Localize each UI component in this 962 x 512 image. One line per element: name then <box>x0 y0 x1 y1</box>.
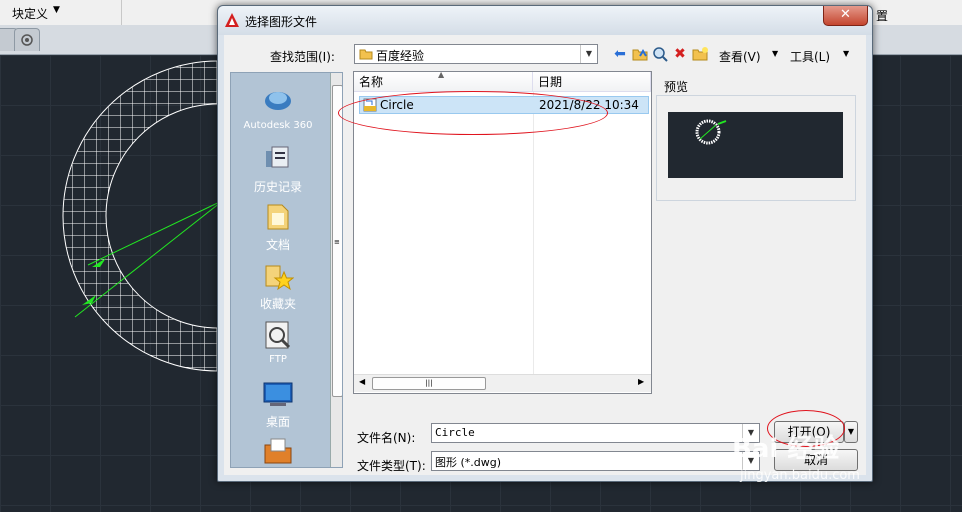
open-options-dropdown[interactable]: ▼ <box>844 421 858 443</box>
column-date-label: 日期 <box>538 75 563 89</box>
column-header-date[interactable]: 日期 <box>533 72 651 92</box>
filename-value: Circle <box>435 426 475 439</box>
look-in-value: 百度经验 <box>376 49 425 63</box>
horizontal-scrollbar[interactable]: ◀ ||| ▶ <box>354 374 651 392</box>
new-tab-icon[interactable] <box>14 28 40 51</box>
place-history[interactable]: 历史记录 <box>231 143 325 195</box>
dialog-title: 选择图形文件 <box>245 15 318 29</box>
place-buzzsaw[interactable] <box>231 435 325 467</box>
watermark-brand: Bai 经验 <box>732 434 840 464</box>
close-button[interactable]: ✕ <box>823 6 868 26</box>
select-file-dialog: 选择图形文件 ✕ 查找范围(I): 百度经验 ▼ ⬅ ✖ 查看(V) ▼ 工具(… <box>217 5 873 482</box>
scroll-thumb[interactable]: ||| <box>372 377 486 390</box>
folder-icon <box>359 49 373 60</box>
dialog-body: 查找范围(I): 百度经验 ▼ ⬅ ✖ 查看(V) ▼ 工具(L) ▼ Auto <box>224 35 866 475</box>
preview-image <box>668 112 843 178</box>
place-label: 文档 <box>265 238 290 252</box>
place-documents[interactable]: 文档 <box>231 201 325 253</box>
chevron-down-icon[interactable]: ▼ <box>53 5 60 15</box>
place-label: FTP <box>269 354 287 365</box>
scroll-grip-icon: ≡ <box>334 238 340 246</box>
folder-icon <box>264 438 292 464</box>
preview-frame <box>656 95 856 201</box>
dialog-titlebar[interactable]: 选择图形文件 ✕ <box>218 6 872 35</box>
preview-label: 预览 <box>664 80 689 94</box>
documents-icon <box>267 204 289 230</box>
place-label: 收藏夹 <box>259 297 296 311</box>
scroll-grip: ||| <box>425 379 433 387</box>
place-ftp[interactable]: FTP <box>231 319 325 365</box>
new-folder-icon[interactable] <box>691 45 709 63</box>
place-autodesk-360[interactable]: Autodesk 360 <box>231 83 325 131</box>
settings-label[interactable]: 置 <box>876 7 888 24</box>
places-scrollbar[interactable]: ≡ <box>330 73 342 467</box>
chevron-down-icon[interactable]: ▼ <box>580 45 597 63</box>
tools-menu[interactable]: 工具(L) <box>790 48 830 65</box>
filename-label: 文件名(N): <box>357 431 416 445</box>
place-label: Autodesk 360 <box>243 120 313 131</box>
place-favorites[interactable]: 收藏夹 <box>231 260 325 312</box>
place-desktop[interactable]: 桌面 <box>231 378 325 430</box>
close-icon: ✕ <box>840 7 851 22</box>
chevron-down-icon: ▼ <box>847 427 855 436</box>
column-divider <box>533 92 534 374</box>
ribbon-divider <box>121 0 122 25</box>
up-folder-icon[interactable] <box>631 45 649 63</box>
annotation-ellipse <box>338 91 608 135</box>
filetype-select[interactable]: 图形 (*.dwg) ▼ <box>431 451 760 471</box>
delete-icon[interactable]: ✖ <box>671 45 689 63</box>
scroll-right-icon[interactable]: ▶ <box>638 377 644 386</box>
chevron-down-icon[interactable]: ▼ <box>843 49 849 58</box>
ftp-icon <box>265 321 291 349</box>
look-in-label: 查找范围(I): <box>270 50 335 64</box>
place-label: 历史记录 <box>253 180 302 194</box>
look-in-combo[interactable]: 百度经验 ▼ <box>354 44 598 64</box>
desktop-icon <box>263 382 293 406</box>
filetype-label: 文件类型(T): <box>357 459 426 473</box>
place-label: 桌面 <box>265 415 290 429</box>
column-header-name[interactable]: 名称 ▲ <box>354 72 533 92</box>
places-bar: Autodesk 360 历史记录 文档 收藏夹 FTP 桌面 ≡ <box>230 72 343 468</box>
sort-up-icon: ▲ <box>438 71 445 79</box>
block-define-label[interactable]: 块定义 <box>12 5 48 22</box>
back-arrow-icon[interactable]: ⬅ <box>611 45 629 63</box>
watermark-url: jingyan.baidu.com <box>740 468 860 483</box>
view-menu[interactable]: 查看(V) <box>719 48 761 65</box>
baidu-watermark: Bai 经验 <box>732 428 839 465</box>
filename-input[interactable]: Circle ▼ <box>431 423 760 443</box>
favorites-icon <box>265 265 295 291</box>
search-web-icon[interactable] <box>651 45 669 63</box>
cloud-icon <box>265 92 291 110</box>
column-name-label: 名称 <box>359 75 384 89</box>
history-icon <box>266 146 289 168</box>
filetype-value: 图形 (*.dwg) <box>435 456 502 469</box>
autocad-logo-icon <box>225 13 239 27</box>
chevron-down-icon[interactable]: ▼ <box>772 49 778 58</box>
scroll-left-icon[interactable]: ◀ <box>359 377 365 386</box>
